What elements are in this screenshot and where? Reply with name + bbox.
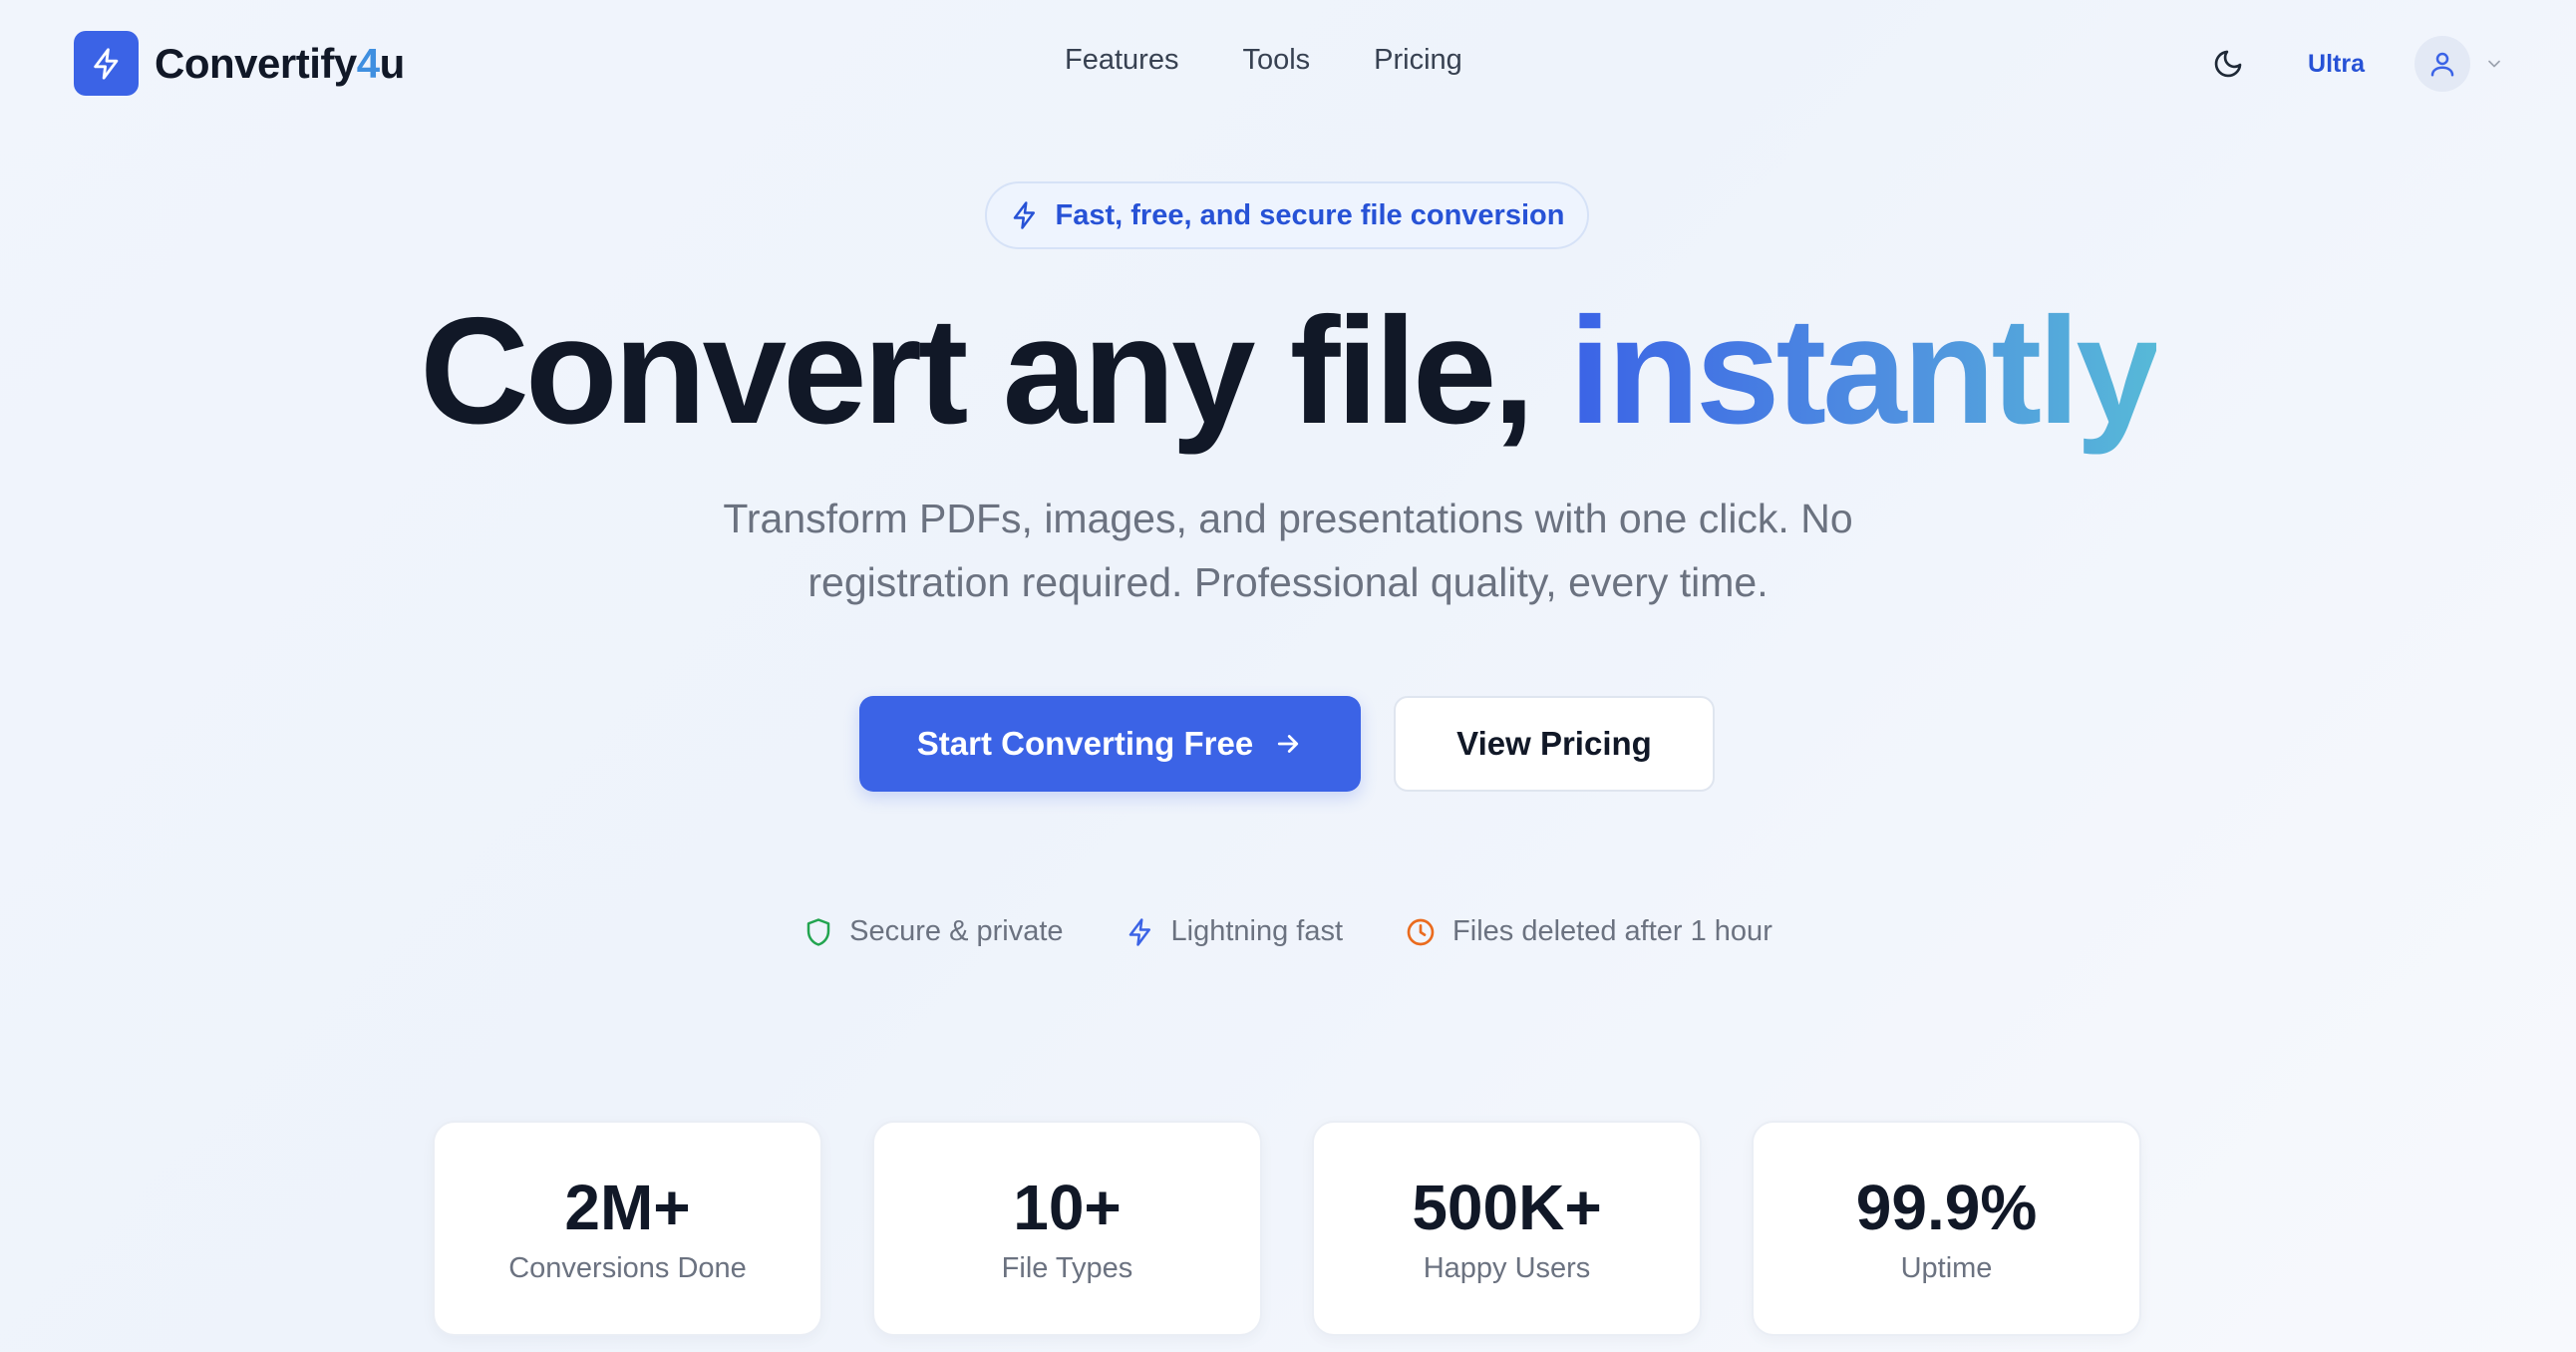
moon-icon xyxy=(2214,50,2242,78)
feature-deletion: Files deleted after 1 hour xyxy=(1405,915,1772,948)
clock-icon xyxy=(1407,918,1435,945)
view-pricing-button[interactable]: View Pricing xyxy=(1394,696,1715,792)
lightning-icon xyxy=(1128,917,1150,946)
stat-value: 2M+ xyxy=(564,1172,691,1243)
stat-card-uptime: 99.9% Uptime xyxy=(1752,1121,2141,1336)
lightning-icon xyxy=(1013,201,1035,229)
stats-row: 2M+ Conversions Done 10+ File Types 500K… xyxy=(433,1121,2141,1336)
main-nav: Features Tools Pricing xyxy=(1065,44,1462,77)
dark-mode-toggle[interactable] xyxy=(2198,34,2258,94)
brand-logo[interactable]: Convertify4u xyxy=(74,31,405,96)
stat-card-conversions: 2M+ Conversions Done xyxy=(433,1121,822,1336)
pill-text: Fast, free, and secure file conversion xyxy=(1055,198,1565,231)
nav-item-pricing[interactable]: Pricing xyxy=(1374,44,1462,77)
avatar xyxy=(2415,36,2470,92)
lightning-icon xyxy=(74,31,139,96)
user-icon xyxy=(2430,52,2454,77)
header-actions: Ultra xyxy=(2198,34,2504,94)
stat-card-users: 500K+ Happy Users xyxy=(1312,1121,1702,1336)
feature-label: Files deleted after 1 hour xyxy=(1452,915,1772,947)
shield-icon xyxy=(806,917,830,946)
start-converting-label: Start Converting Free xyxy=(916,725,1254,762)
hero-pill: Fast, free, and secure file conversion xyxy=(985,181,1589,249)
stat-label: Conversions Done xyxy=(508,1252,747,1284)
feature-label: Secure & private xyxy=(849,915,1064,947)
start-converting-button[interactable]: Start Converting Free xyxy=(859,696,1361,792)
arrow-right-icon xyxy=(1278,735,1299,753)
landing-page: Convertify4u Features Tools Pricing Ultr… xyxy=(0,0,2576,1352)
chevron-down-icon xyxy=(2488,60,2500,68)
top-header: Convertify4u Features Tools Pricing Ultr… xyxy=(0,0,2576,128)
headline-accent: instantly xyxy=(1568,286,2160,456)
feature-highlights: Secure & private Lightning fast Files de… xyxy=(0,915,2576,948)
stat-label: Happy Users xyxy=(1423,1252,1591,1284)
user-menu[interactable] xyxy=(2415,36,2504,92)
nav-item-features[interactable]: Features xyxy=(1065,44,1178,77)
stat-value: 500K+ xyxy=(1412,1172,1602,1243)
hero-subhead: Transform PDFs, images, and presentation… xyxy=(723,496,1853,605)
stat-label: Uptime xyxy=(1900,1252,1993,1284)
stat-card-file-types: 10+ File Types xyxy=(872,1121,1262,1336)
stat-label: File Types xyxy=(1001,1252,1133,1284)
stat-value: 10+ xyxy=(1013,1172,1122,1243)
nav-item-tools[interactable]: Tools xyxy=(1242,44,1310,77)
feature-label: Lightning fast xyxy=(1170,915,1344,947)
feature-fast: Lightning fast xyxy=(1126,915,1344,948)
headline-main: Convert any file, xyxy=(420,286,1535,456)
plan-badge: Ultra xyxy=(2308,49,2365,78)
brand-name: Convertify4u xyxy=(155,39,405,87)
stat-value: 99.9% xyxy=(1855,1172,2038,1243)
hero-headline: Convert any file, instantly xyxy=(0,291,2576,451)
feature-secure: Secure & private xyxy=(804,915,1064,948)
